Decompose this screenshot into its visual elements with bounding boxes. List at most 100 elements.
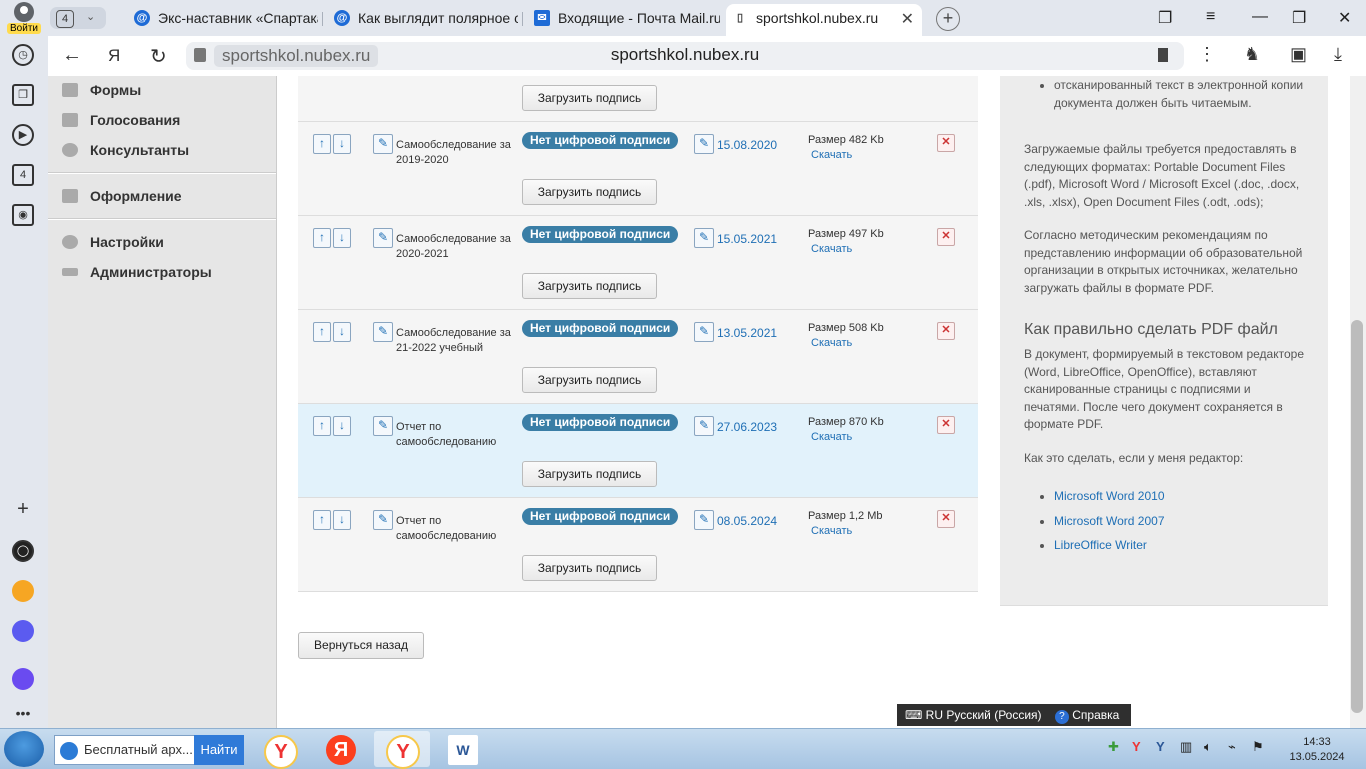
menu-item-consultants[interactable]: Консультанты: [48, 136, 276, 164]
tray-yandex-icon[interactable]: Y: [1132, 739, 1141, 754]
history-icon[interactable]: ◷: [12, 44, 34, 66]
edit-date-icon[interactable]: ✎: [694, 416, 714, 436]
more-icon[interactable]: ⋮: [1198, 44, 1216, 65]
edit-date-icon[interactable]: ✎: [694, 134, 714, 154]
download-link[interactable]: Скачать: [811, 243, 852, 255]
new-tab-button[interactable]: +: [936, 7, 960, 31]
document-date[interactable]: 08.05.2024: [717, 514, 777, 528]
menu-item-settings[interactable]: Настройки: [48, 228, 276, 256]
download-link[interactable]: Скачать: [811, 525, 852, 537]
taskbar-search[interactable]: Бесплатный арх...: [54, 735, 196, 765]
tray-y-icon[interactable]: Y: [1156, 739, 1165, 754]
link-word-2007[interactable]: Microsoft Word 2007: [1054, 514, 1165, 528]
tab-1[interactable]: @ Экс-наставник «Спартака: [128, 4, 318, 32]
extension-icon[interactable]: ♞: [1244, 44, 1260, 65]
more-icon[interactable]: •••: [12, 704, 34, 726]
edit-icon[interactable]: ✎: [373, 416, 393, 436]
volume-icon[interactable]: 🔈︎: [1204, 739, 1212, 755]
taskbar-yandex[interactable]: Я: [314, 731, 370, 767]
yandex-icon[interactable]: Я: [108, 46, 120, 66]
document-date[interactable]: 15.08.2020: [717, 138, 777, 152]
scrollbar-thumb[interactable]: [1351, 320, 1363, 713]
move-down-icon[interactable]: ↓: [333, 228, 351, 248]
collections-icon[interactable]: ❐: [12, 84, 34, 106]
upload-signature-button[interactable]: Загрузить подпись: [522, 179, 657, 205]
upload-signature-button[interactable]: Загрузить подпись: [522, 555, 657, 581]
tab-3[interactable]: ✉ Входящие - Почта Mail.ru: [528, 4, 720, 32]
edit-date-icon[interactable]: ✎: [694, 322, 714, 342]
delete-icon[interactable]: ✕: [937, 510, 955, 528]
taskbar-yandex-browser[interactable]: Y: [252, 731, 308, 769]
tab-2[interactable]: @ Как выглядит полярное си: [328, 4, 518, 32]
find-button[interactable]: Найти: [194, 735, 244, 765]
document-date[interactable]: 27.06.2023: [717, 420, 777, 434]
tab-count-icon[interactable]: 4: [12, 164, 34, 186]
mail-app-icon[interactable]: [12, 580, 34, 602]
upload-signature-button[interactable]: Загрузить подпись: [522, 273, 657, 299]
document-date[interactable]: 15.05.2021: [717, 232, 777, 246]
play-icon[interactable]: ▶: [12, 124, 34, 146]
edit-icon[interactable]: ✎: [373, 134, 393, 154]
delete-icon[interactable]: ✕: [937, 134, 955, 152]
move-up-icon[interactable]: ↑: [313, 416, 331, 436]
address-bar[interactable]: sportshkol.nubex.ru sportshkol.nubex.ru: [186, 42, 1184, 70]
delete-icon[interactable]: ✕: [937, 322, 955, 340]
collections-icon[interactable]: ❐: [1158, 8, 1172, 28]
messenger-icon[interactable]: [12, 620, 34, 642]
link-word-2010[interactable]: Microsoft Word 2010: [1054, 489, 1165, 503]
edit-date-icon[interactable]: ✎: [694, 228, 714, 248]
menu-item-polls[interactable]: Голосования: [48, 106, 276, 134]
language-bar[interactable]: ⌨ RU Русский (Россия) ? Справка: [897, 704, 1131, 726]
help-label[interactable]: Справка: [1072, 708, 1119, 722]
tab-count-button[interactable]: 4 ⌄: [50, 7, 106, 29]
add-icon[interactable]: +: [12, 499, 34, 522]
close-tab-icon[interactable]: ✕: [901, 9, 914, 29]
clock[interactable]: 14:33 13.05.2024: [1282, 735, 1352, 765]
menu-icon[interactable]: ≡: [1206, 8, 1215, 26]
language-label[interactable]: RU Русский (Россия): [926, 708, 1042, 722]
document-date[interactable]: 13.05.2021: [717, 326, 777, 340]
reader-icon[interactable]: ▣: [1290, 44, 1307, 65]
move-up-icon[interactable]: ↑: [313, 228, 331, 248]
move-down-icon[interactable]: ↓: [333, 416, 351, 436]
flag-icon[interactable]: ⚑: [1252, 739, 1264, 755]
upload-signature-button[interactable]: Загрузить подпись: [522, 461, 657, 487]
profile-button[interactable]: Войти: [6, 2, 42, 34]
menu-item-forms[interactable]: Формы: [48, 76, 276, 104]
close-window-icon[interactable]: ✕: [1338, 8, 1351, 28]
menu-item-design[interactable]: Оформление: [48, 182, 276, 210]
power-icon[interactable]: ⌁: [1228, 739, 1236, 755]
download-link[interactable]: Скачать: [811, 337, 852, 349]
back-icon[interactable]: ←: [62, 44, 82, 67]
download-link[interactable]: Скачать: [811, 431, 852, 443]
download-icon[interactable]: ⤓: [1334, 44, 1342, 65]
move-up-icon[interactable]: ↑: [313, 134, 331, 154]
edit-icon[interactable]: ✎: [373, 510, 393, 530]
move-up-icon[interactable]: ↑: [313, 322, 331, 342]
download-link[interactable]: Скачать: [811, 149, 852, 161]
delete-icon[interactable]: ✕: [937, 416, 955, 434]
bookmark-icon[interactable]: [1158, 48, 1168, 62]
taskbar-word[interactable]: W: [436, 731, 492, 767]
alice-icon[interactable]: ◯: [12, 540, 34, 562]
move-up-icon[interactable]: ↑: [313, 510, 331, 530]
network-icon[interactable]: ▥: [1180, 739, 1192, 755]
reload-icon[interactable]: ↻: [150, 44, 167, 69]
back-button[interactable]: Вернуться назад: [298, 632, 424, 659]
start-button[interactable]: [4, 731, 44, 767]
edit-icon[interactable]: ✎: [373, 228, 393, 248]
edit-icon[interactable]: ✎: [373, 322, 393, 342]
menu-item-admins[interactable]: Администраторы: [48, 258, 276, 286]
screenshot-icon[interactable]: ◉: [12, 204, 34, 226]
assistant-icon[interactable]: [12, 668, 34, 690]
move-down-icon[interactable]: ↓: [333, 510, 351, 530]
upload-signature-button[interactable]: Загрузить подпись: [522, 85, 657, 111]
tray-app-icon[interactable]: ✚: [1108, 739, 1119, 755]
restore-icon[interactable]: ❐: [1292, 8, 1306, 28]
taskbar-yandex-browser-active[interactable]: Y: [374, 731, 430, 769]
move-down-icon[interactable]: ↓: [333, 322, 351, 342]
upload-signature-button[interactable]: Загрузить подпись: [522, 367, 657, 393]
edit-date-icon[interactable]: ✎: [694, 510, 714, 530]
tab-active[interactable]: ▯ sportshkol.nubex.ru ✕: [726, 4, 922, 36]
delete-icon[interactable]: ✕: [937, 228, 955, 246]
